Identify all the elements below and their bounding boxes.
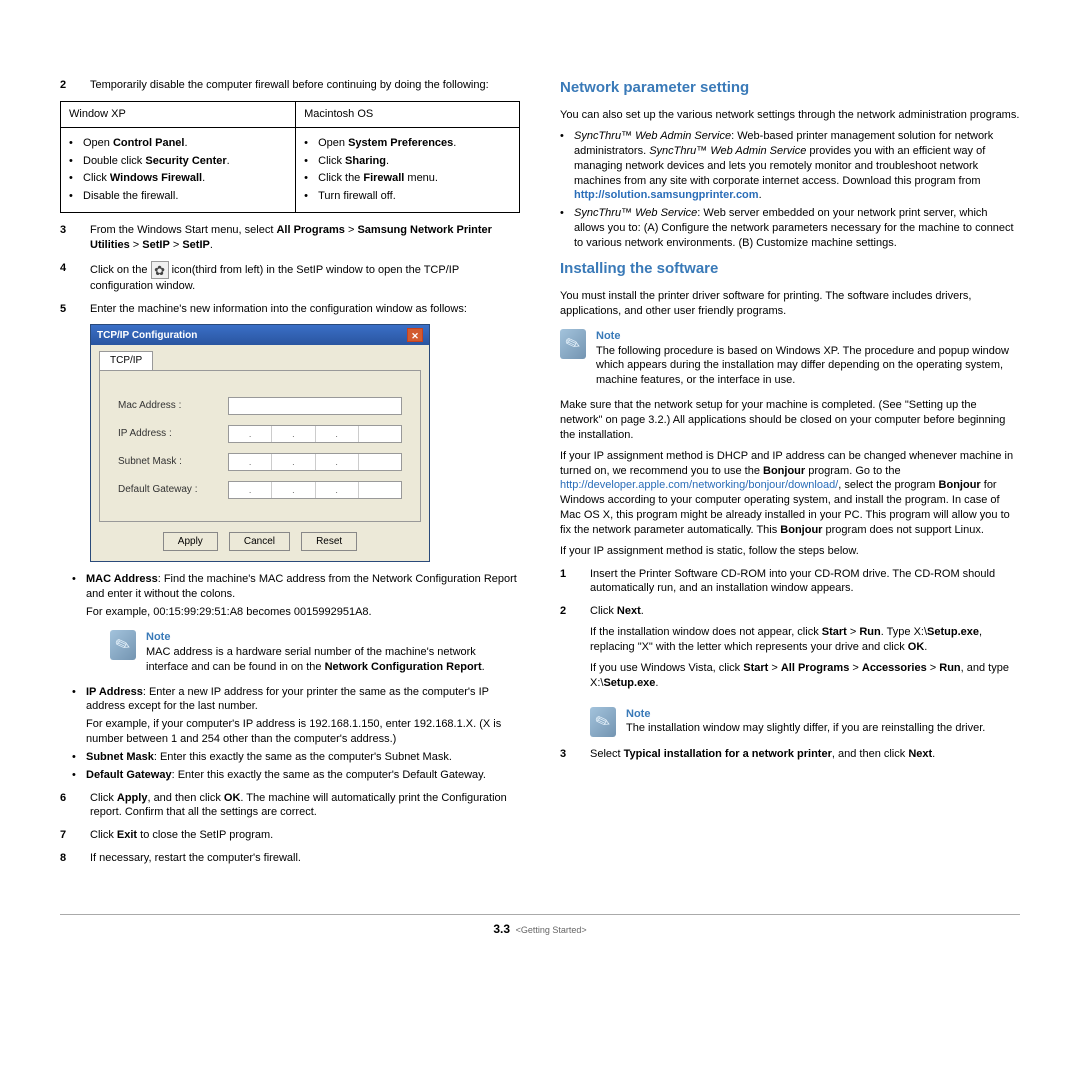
xp-cell: •Open Control Panel. •Double click Secur…	[61, 127, 296, 212]
tcpip-dialog: TCP/IP Configuration ✕ TCP/IP Mac Addres…	[90, 324, 430, 562]
mac-address-note: •MAC Address: Find the machine's MAC add…	[60, 572, 520, 620]
rstep-1: 1 Insert the Printer Software CD-ROM int…	[560, 567, 1020, 597]
right-column: Network parameter setting You can also s…	[560, 70, 1020, 874]
table-header-xp: Window XP	[61, 101, 296, 127]
para-setup: Make sure that the network setup for you…	[560, 398, 1020, 443]
step-2: 2 Temporarily disable the computer firew…	[60, 78, 520, 93]
note-icon	[590, 707, 616, 737]
step-5: 5 Enter the machine's new information in…	[60, 302, 520, 317]
label-mac: Mac Address :	[118, 399, 228, 413]
step-4: 4 Click on the ✿ icon(third from left) i…	[60, 261, 520, 294]
input-subnet[interactable]: ...	[228, 453, 402, 471]
page-columns: 2 Temporarily disable the computer firew…	[60, 70, 1020, 874]
left-column: 2 Temporarily disable the computer firew…	[60, 70, 520, 874]
close-icon[interactable]: ✕	[407, 328, 423, 342]
reset-button[interactable]: Reset	[301, 532, 357, 552]
input-ip[interactable]: ...	[228, 425, 402, 443]
label-ip: IP Address :	[118, 427, 228, 441]
step-8: 8 If necessary, restart the computer's f…	[60, 851, 520, 866]
gateway-note: •Default Gateway: Enter this exactly the…	[60, 768, 520, 783]
label-subnet: Subnet Mask :	[118, 455, 228, 469]
service-web: • SyncThru™ Web Service: Web server embe…	[560, 206, 1020, 251]
step-3: 3 From the Windows Start menu, select Al…	[60, 223, 520, 253]
mac-cell: •Open System Preferences. •Click Sharing…	[296, 127, 520, 212]
tab-tcpip[interactable]: TCP/IP	[99, 351, 153, 370]
rstep-3: 3 Select Typical installation for a netw…	[560, 747, 1020, 762]
cancel-button[interactable]: Cancel	[229, 532, 290, 552]
ip-address-note: •IP Address: Enter a new IP address for …	[60, 685, 520, 747]
apply-button[interactable]: Apply	[163, 532, 218, 552]
table-header-mac: Macintosh OS	[296, 101, 520, 127]
note-install-1: Note The following procedure is based on…	[560, 329, 1020, 388]
heading-installing: Installing the software	[560, 259, 1020, 279]
note-mac: Note MAC address is a hardware serial nu…	[110, 630, 520, 675]
heading-network-param: Network parameter setting	[560, 78, 1020, 98]
step-7: 7 Click Exit to close the SetIP program.	[60, 828, 520, 843]
note-icon	[560, 329, 586, 359]
installing-intro: You must install the printer driver soft…	[560, 289, 1020, 319]
samsung-link[interactable]: http://solution.samsungprinter.com	[574, 189, 759, 201]
para-static: If your IP assignment method is static, …	[560, 544, 1020, 559]
input-mac[interactable]	[228, 397, 402, 415]
gear-icon: ✿	[151, 261, 169, 279]
firewall-os-table: Window XP Macintosh OS •Open Control Pan…	[60, 101, 520, 213]
step-6: 6 Click Apply, and then click OK. The ma…	[60, 791, 520, 821]
label-gateway: Default Gateway :	[118, 483, 228, 497]
rstep-2: 2 Click Next. If the installation window…	[560, 604, 1020, 696]
network-param-intro: You can also set up the various network …	[560, 108, 1020, 123]
dialog-titlebar: TCP/IP Configuration ✕	[91, 325, 429, 345]
input-gateway[interactable]: ...	[228, 481, 402, 499]
service-admin: • SyncThru™ Web Admin Service: Web-based…	[560, 129, 1020, 203]
page-footer: 3.3 <Getting Started>	[60, 914, 1020, 938]
subnet-note: •Subnet Mask: Enter this exactly the sam…	[60, 750, 520, 765]
note-install-2: Note The installation window may slightl…	[590, 707, 1020, 737]
bonjour-link[interactable]: http://developer.apple.com/networking/bo…	[560, 479, 838, 491]
para-bonjour: If your IP assignment method is DHCP and…	[560, 449, 1020, 538]
note-icon	[110, 630, 136, 660]
